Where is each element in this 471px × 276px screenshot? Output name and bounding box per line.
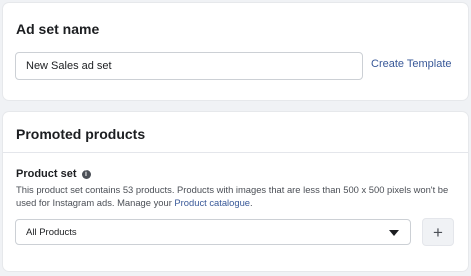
caret-down-icon [389,230,399,236]
card-divider [3,152,468,153]
product-set-label: Product set [16,168,77,180]
product-set-label-row: Product set i [16,168,91,180]
promoted-products-card: Promoted products Product set i This pro… [3,112,468,271]
promoted-products-title: Promoted products [16,126,146,142]
ad-set-name-card: Ad set name Create Template [3,3,468,100]
product-set-help-text: This product set contains 53 products. P… [16,184,461,209]
product-set-select[interactable]: All Products [15,219,411,245]
plus-icon: + [433,222,443,242]
help-text-after-link: . [250,196,253,208]
ad-set-name-input[interactable] [15,52,363,80]
create-template-link[interactable]: Create Template [371,58,452,70]
add-product-set-button[interactable]: + [422,218,454,246]
product-catalogue-link[interactable]: Product catalogue [174,197,250,208]
info-icon[interactable]: i [81,169,91,179]
ad-set-name-title: Ad set name [16,21,100,37]
product-set-selected-value: All Products [26,227,77,238]
